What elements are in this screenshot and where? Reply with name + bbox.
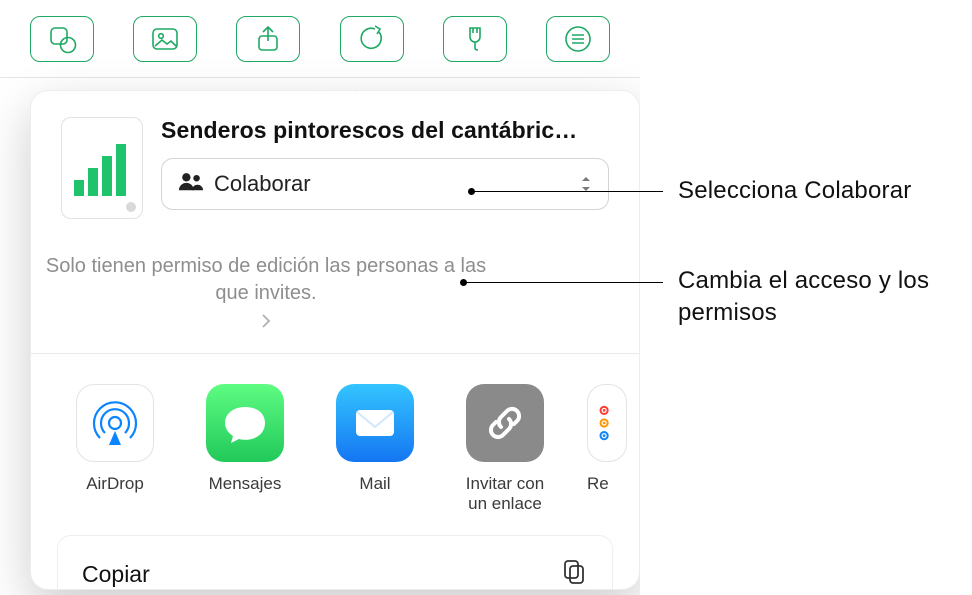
copy-label: Copiar [82, 561, 150, 588]
link-icon [466, 384, 544, 462]
share-partial[interactable]: Re [587, 384, 627, 515]
shapes-button[interactable] [30, 16, 94, 62]
media-button[interactable] [133, 16, 197, 62]
callout-change-access: Cambia el acceso y los permisos [678, 265, 938, 330]
share-targets-row: AirDrop Mensajes Mail [31, 354, 639, 535]
menu-icon [563, 24, 593, 54]
menu-button[interactable] [546, 16, 610, 62]
undo-icon [357, 24, 387, 54]
shapes-icon [47, 24, 77, 54]
format-button[interactable] [443, 16, 507, 62]
popover-header: Senderos pintorescos del cantábric… Cola… [31, 91, 639, 233]
share-invite-link[interactable]: Invitar con un enlace [457, 384, 553, 515]
share-airdrop[interactable]: AirDrop [67, 384, 163, 515]
chart-bars-icon [62, 128, 142, 208]
image-icon [150, 24, 180, 54]
share-messages[interactable]: Mensajes [197, 384, 293, 515]
share-partial-label: Re [587, 474, 627, 494]
brush-icon [460, 24, 490, 54]
collaborate-label: Colaborar [214, 171, 311, 197]
undo-button[interactable] [340, 16, 404, 62]
copy-icon [560, 558, 588, 590]
messages-icon [206, 384, 284, 462]
share-messages-label: Mensajes [209, 474, 282, 494]
document-title: Senderos pintorescos del cantábric… [161, 117, 609, 144]
callout-select-collaborate: Selecciona Colaborar [678, 175, 911, 207]
document-thumbnail [61, 117, 143, 219]
share-popover: Senderos pintorescos del cantábric… Cola… [30, 90, 640, 590]
share-icon [253, 24, 283, 54]
permissions-row[interactable]: Solo tienen permiso de edición las perso… [31, 253, 501, 329]
share-mail[interactable]: Mail [327, 384, 423, 515]
share-mail-label: Mail [359, 474, 390, 494]
permissions-text: Solo tienen permiso de edición las perso… [31, 253, 501, 307]
share-airdrop-label: AirDrop [86, 474, 144, 494]
chevron-right-icon [261, 313, 271, 329]
people-icon [178, 171, 204, 197]
share-button[interactable] [236, 16, 300, 62]
copy-action[interactable]: Copiar [57, 535, 613, 590]
collaborate-select[interactable]: Colaborar [161, 158, 609, 210]
airdrop-icon [76, 384, 154, 462]
top-toolbar [0, 0, 640, 78]
reminders-icon [587, 384, 627, 462]
mail-icon [336, 384, 414, 462]
share-invite-link-label: Invitar con un enlace [457, 474, 553, 515]
